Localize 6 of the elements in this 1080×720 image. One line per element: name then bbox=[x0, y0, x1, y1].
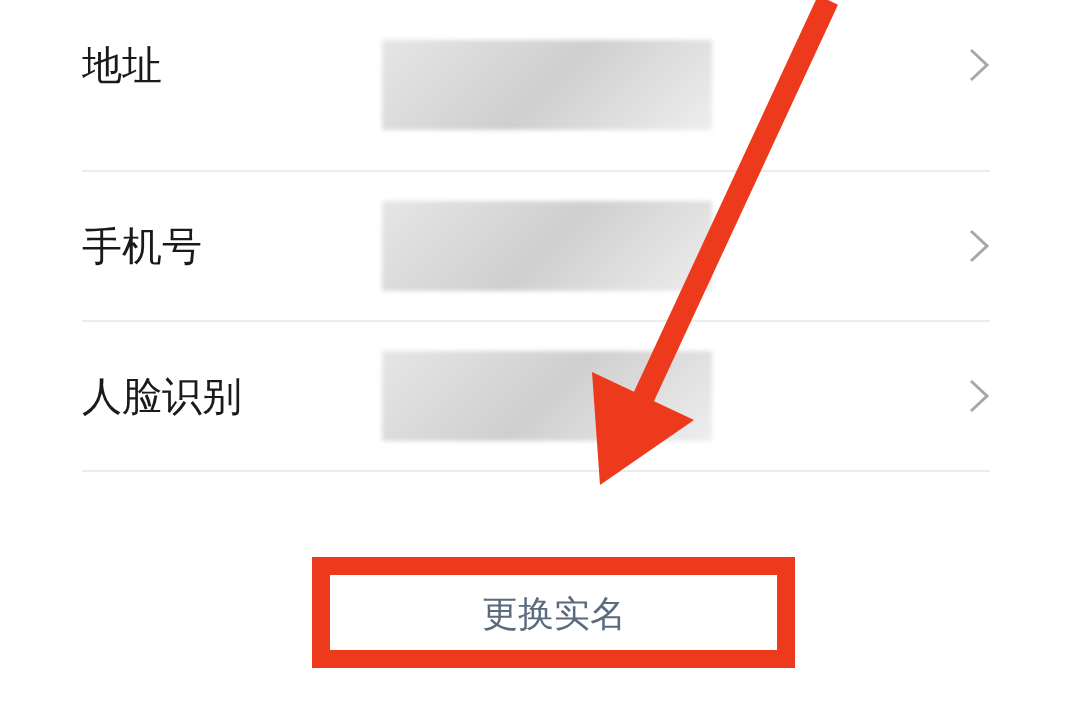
chevron-icon[interactable] bbox=[968, 47, 990, 83]
row-label: 手机号 bbox=[82, 222, 203, 271]
row-label: 地址 bbox=[82, 41, 163, 90]
chevron-icon[interactable] bbox=[968, 378, 990, 414]
chevron-icon[interactable] bbox=[968, 228, 990, 264]
row-label: 人脸识别 bbox=[82, 372, 243, 421]
